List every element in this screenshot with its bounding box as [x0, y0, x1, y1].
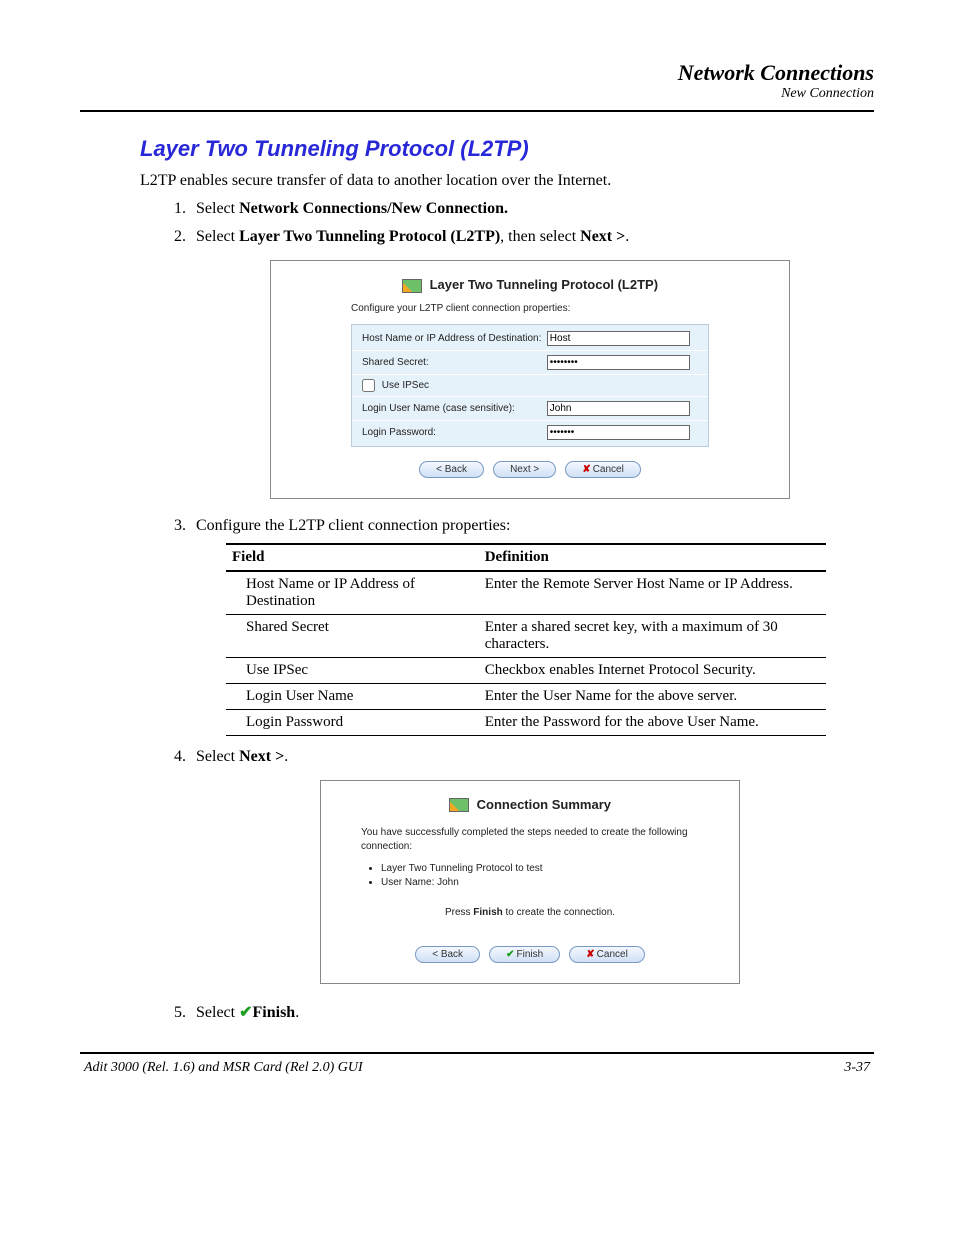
back-button[interactable]: < Back: [419, 461, 484, 478]
cancel-label: Cancel: [593, 464, 624, 475]
footer-left: Adit 3000 (Rel. 1.6) and MSR Card (Rel 2…: [84, 1060, 363, 1076]
host-input[interactable]: [547, 331, 691, 346]
bullet-1: Layer Two Tunneling Protocol to test: [381, 862, 699, 876]
ipsec-row: Use IPSec: [352, 375, 708, 397]
header-title: Network Connections: [80, 60, 874, 86]
footer: Adit 3000 (Rel. 1.6) and MSR Card (Rel 2…: [80, 1060, 874, 1076]
bullet-2: User Name: John: [381, 876, 699, 890]
user-label: Login User Name (case sensitive):: [362, 403, 547, 414]
cell-field: Shared Secret: [226, 614, 479, 657]
th-field: Field: [226, 544, 479, 571]
pass-label: Login Password:: [362, 427, 547, 438]
cell-def: Enter a shared secret key, with a maximu…: [479, 614, 826, 657]
summary-button-row: < Back ✔Finish ✘Cancel: [321, 932, 739, 963]
cell-def: Enter the Remote Server Host Name or IP …: [479, 571, 826, 615]
l2tp-form: Host Name or IP Address of Destination: …: [351, 324, 709, 447]
steps-list: Select Network Connections/New Connectio…: [190, 200, 864, 1022]
summary-body: You have successfully completed the step…: [321, 822, 739, 932]
cell-def: Checkbox enables Internet Protocol Secur…: [479, 657, 826, 683]
step1-prefix: Select: [196, 200, 239, 217]
connection-icon: [402, 279, 422, 293]
cancel-button[interactable]: ✘Cancel: [565, 461, 641, 478]
user-row: Login User Name (case sensitive):: [352, 397, 708, 421]
press-suffix: to create the connection.: [503, 907, 615, 918]
connection-icon: [449, 798, 469, 812]
step2-bold2: Next >: [580, 228, 625, 245]
cell-def: Enter the Password for the above User Na…: [479, 709, 826, 735]
cancel-button[interactable]: ✘Cancel: [569, 946, 645, 963]
step-3: Configure the L2TP client connection pro…: [190, 517, 864, 736]
x-icon: ✘: [582, 464, 590, 475]
header-rule: [80, 110, 874, 112]
l2tp-dialog-subtext: Configure your L2TP client connection pr…: [271, 303, 789, 324]
finish-button[interactable]: ✔Finish: [489, 946, 560, 963]
section-intro: L2TP enables secure transfer of data to …: [140, 172, 864, 190]
table-row: Login Password Enter the Password for th…: [226, 709, 826, 735]
secret-label: Shared Secret:: [362, 357, 547, 368]
user-input[interactable]: [547, 401, 691, 416]
summary-intro: You have successfully completed the step…: [361, 826, 699, 854]
check-icon: ✔: [239, 1004, 252, 1021]
step1-bold: Network Connections/New Connection.: [239, 200, 508, 217]
step-2: Select Layer Two Tunneling Protocol (L2T…: [190, 228, 864, 499]
l2tp-button-row: < Back Next > ✘Cancel: [271, 447, 789, 478]
step4-end: .: [284, 748, 288, 765]
cell-field: Login Password: [226, 709, 479, 735]
step5-bold: Finish: [253, 1004, 296, 1021]
table-row: Host Name or IP Address of Destination E…: [226, 571, 826, 615]
step2-end: .: [625, 228, 629, 245]
step-4: Select Next >. Connection Summary You ha…: [190, 748, 864, 985]
host-label: Host Name or IP Address of Destination:: [362, 333, 547, 344]
cell-field: Use IPSec: [226, 657, 479, 683]
step-5: Select ✔Finish.: [190, 1002, 864, 1022]
secret-input[interactable]: [547, 355, 691, 370]
step2-bold1: Layer Two Tunneling Protocol (L2TP): [239, 228, 500, 245]
summary-dialog: Connection Summary You have successfully…: [320, 780, 740, 985]
step4-prefix: Select: [196, 748, 239, 765]
step3-text: Configure the L2TP client connection pro…: [196, 517, 510, 534]
l2tp-dialog-header: Layer Two Tunneling Protocol (L2TP): [271, 271, 789, 303]
table-row: Use IPSec Checkbox enables Internet Prot…: [226, 657, 826, 683]
section-title: Layer Two Tunneling Protocol (L2TP): [140, 136, 864, 162]
step2-suffix: , then select: [500, 228, 580, 245]
summary-press: Press Finish to create the connection.: [361, 906, 699, 920]
summary-title: Connection Summary: [477, 797, 611, 812]
footer-rule: [80, 1052, 874, 1054]
host-row: Host Name or IP Address of Destination:: [352, 327, 708, 351]
finish-label: Finish: [517, 949, 544, 960]
definition-table: Field Definition Host Name or IP Address…: [226, 543, 826, 736]
step-1: Select Network Connections/New Connectio…: [190, 200, 864, 218]
th-definition: Definition: [479, 544, 826, 571]
page-header: Network Connections New Connection: [80, 60, 874, 102]
cancel-label: Cancel: [597, 949, 628, 960]
header-subtitle: New Connection: [80, 86, 874, 102]
next-button[interactable]: Next >: [493, 461, 556, 478]
step5-prefix: Select: [196, 1004, 239, 1021]
pass-row: Login Password:: [352, 421, 708, 444]
summary-bullets: Layer Two Tunneling Protocol to test Use…: [381, 862, 699, 890]
l2tp-dialog-title: Layer Two Tunneling Protocol (L2TP): [430, 277, 658, 292]
l2tp-dialog: Layer Two Tunneling Protocol (L2TP) Conf…: [270, 260, 790, 499]
step2-prefix: Select: [196, 228, 239, 245]
cell-field: Host Name or IP Address of Destination: [226, 571, 479, 615]
cell-def: Enter the User Name for the above server…: [479, 683, 826, 709]
footer-right: 3-37: [844, 1060, 870, 1076]
secret-row: Shared Secret:: [352, 351, 708, 375]
step4-bold: Next >: [239, 748, 284, 765]
x-icon: ✘: [586, 949, 594, 960]
step5-end: .: [295, 1004, 299, 1021]
back-button[interactable]: < Back: [415, 946, 480, 963]
content-area: Layer Two Tunneling Protocol (L2TP) L2TP…: [140, 136, 864, 1022]
pass-input[interactable]: [547, 425, 691, 440]
table-row: Login User Name Enter the User Name for …: [226, 683, 826, 709]
cell-field: Login User Name: [226, 683, 479, 709]
check-icon: ✔: [506, 949, 514, 960]
press-prefix: Press: [445, 907, 473, 918]
ipsec-checkbox[interactable]: [362, 379, 375, 392]
press-bold: Finish: [473, 907, 502, 918]
summary-header: Connection Summary: [321, 791, 739, 823]
ipsec-label: Use IPSec: [382, 380, 429, 391]
table-row: Shared Secret Enter a shared secret key,…: [226, 614, 826, 657]
